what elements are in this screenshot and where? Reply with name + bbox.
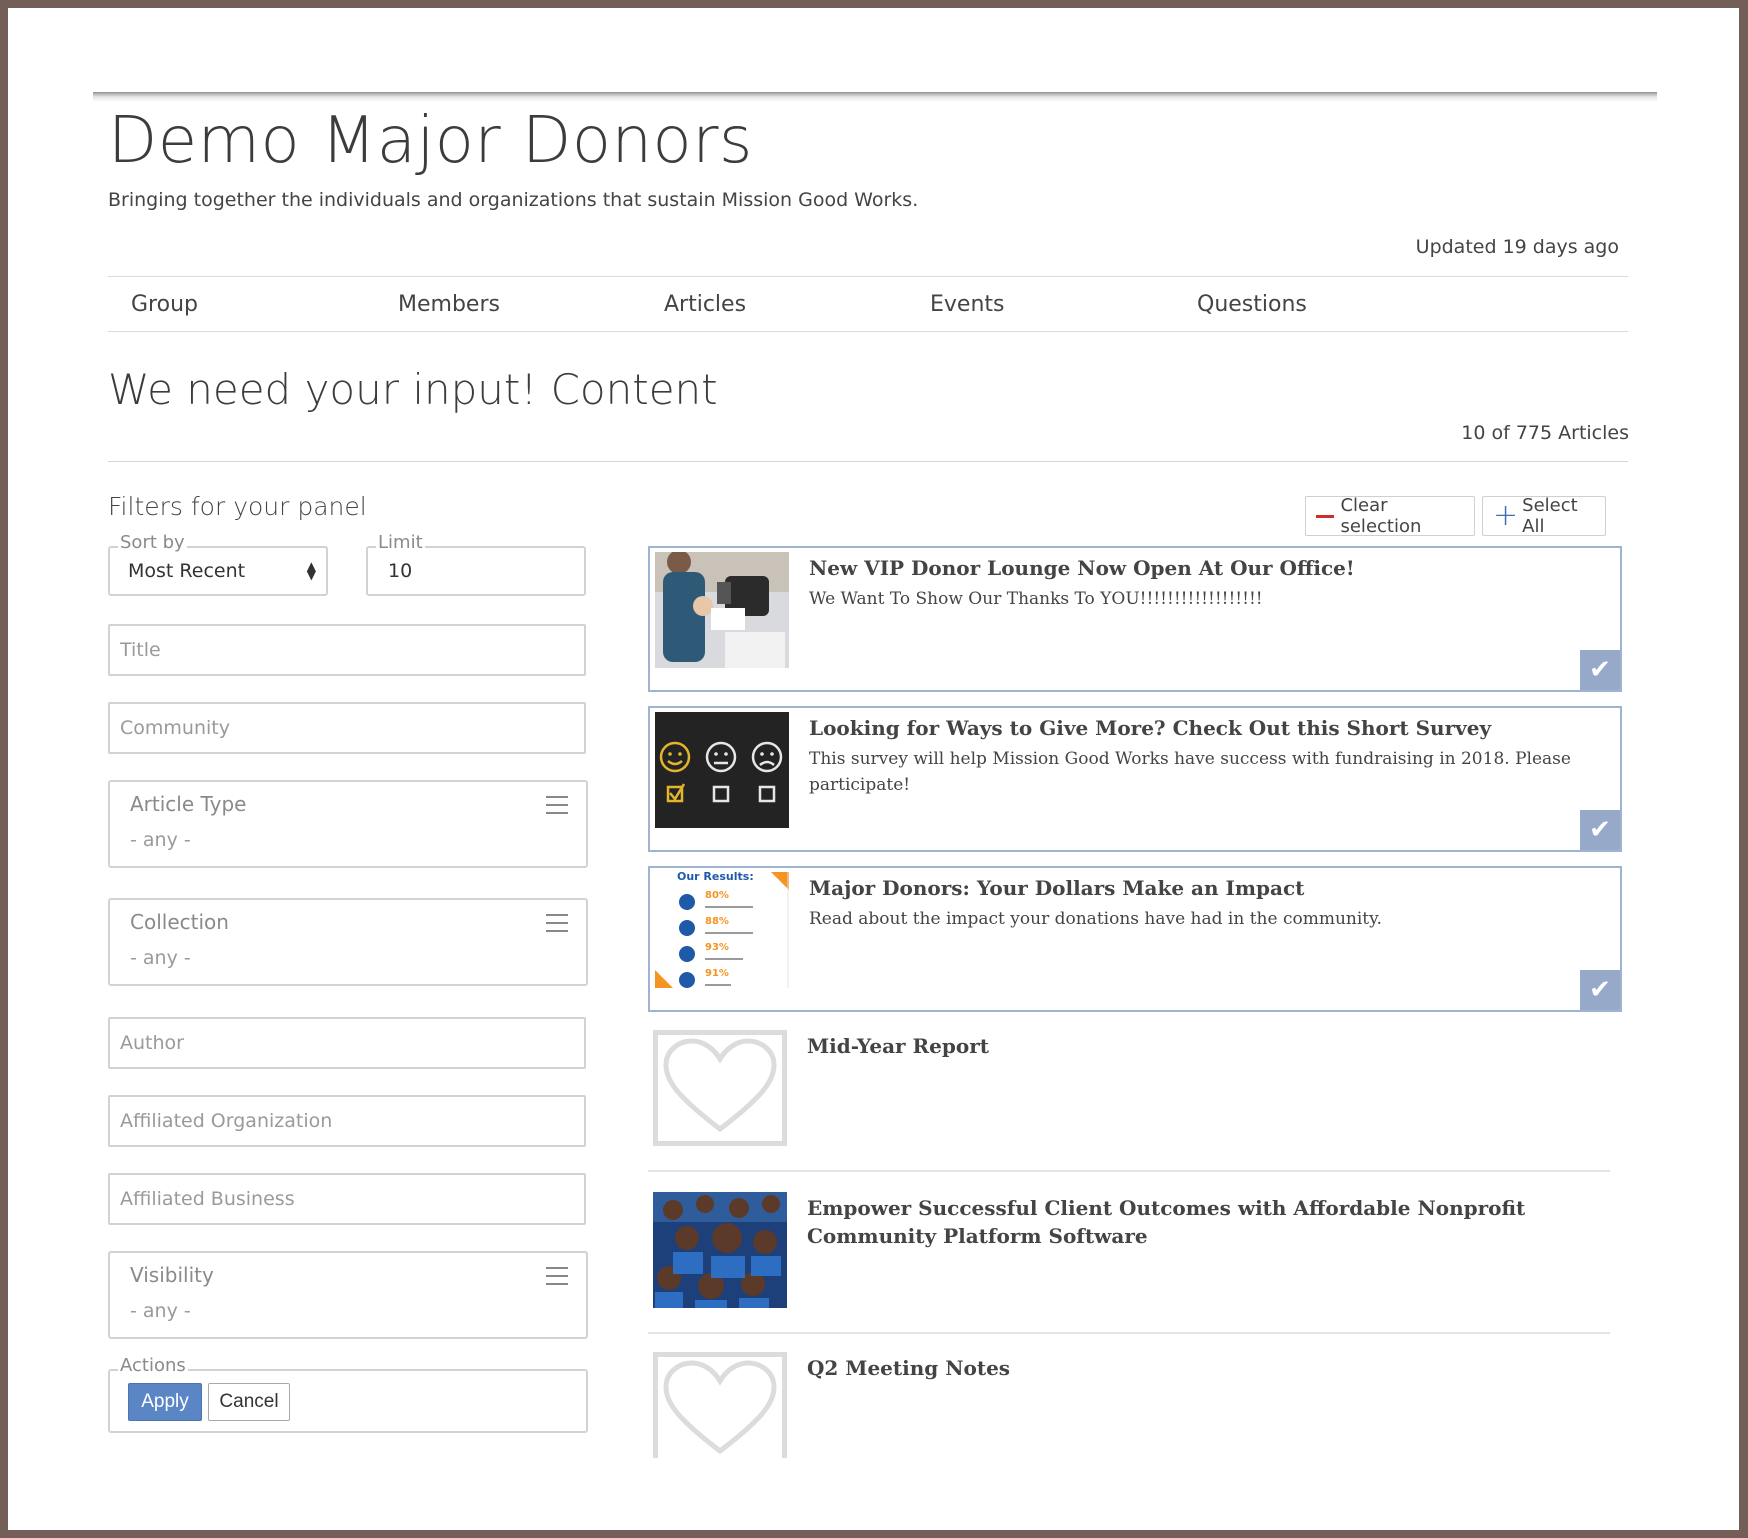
article-title[interactable]: New VIP Donor Lounge Now Open At Our Off…: [809, 554, 1599, 582]
collection-label: Collection: [130, 910, 229, 934]
check-icon[interactable]: ✔: [1580, 970, 1620, 1010]
article-type-label: Article Type: [130, 792, 247, 816]
article-card[interactable]: Our Results: 80% 88% 93% 91% Major Donor…: [648, 866, 1622, 1012]
tab-articles[interactable]: Articles: [664, 292, 746, 317]
article-title[interactable]: Looking for Ways to Give More? Check Out…: [809, 714, 1599, 742]
article-card[interactable]: Looking for Ways to Give More? Check Out…: [648, 706, 1622, 852]
sort-by-select[interactable]: Most Recent ▲ ▼: [110, 548, 326, 594]
impact-heading: Our Results:: [677, 872, 754, 883]
author-input[interactable]: Author: [108, 1017, 586, 1069]
article-title[interactable]: Empower Successful Client Outcomes with …: [807, 1194, 1597, 1250]
heart-icon: [653, 1352, 787, 1458]
select-arrows-icon: ▲ ▼: [306, 559, 316, 582]
select-all-label: Select All: [1522, 495, 1578, 537]
impact-stat: 91%: [705, 968, 729, 979]
article-title[interactable]: Major Donors: Your Dollars Make an Impac…: [809, 874, 1599, 902]
impact-stat: 80%: [705, 890, 729, 901]
cancel-button[interactable]: Cancel: [208, 1383, 290, 1421]
page-subtitle: Bringing together the individuals and or…: [108, 189, 919, 211]
divider: [108, 461, 1628, 462]
article-type-select[interactable]: Article Type - any -: [108, 780, 588, 868]
article-card[interactable]: Empower Successful Client Outcomes with …: [648, 1188, 1610, 1334]
title-input[interactable]: Title: [108, 624, 586, 676]
article-card[interactable]: Q2 Meeting Notes: [648, 1348, 1610, 1458]
menu-icon: [546, 796, 568, 814]
limit-input[interactable]: 10: [388, 560, 412, 582]
minus-icon: [1316, 514, 1335, 518]
article-card[interactable]: New VIP Donor Lounge Now Open At Our Off…: [648, 546, 1622, 692]
article-thumbnail: [653, 1192, 787, 1308]
sort-by-label: Sort by: [118, 532, 187, 554]
article-thumbnail: [655, 552, 789, 668]
visibility-label: Visibility: [130, 1263, 214, 1287]
filters-title: Filters for your panel: [108, 492, 367, 521]
article-description: We Want To Show Our Thanks To YOU!!!!!!!…: [809, 589, 1263, 609]
article-title[interactable]: Q2 Meeting Notes: [807, 1354, 1597, 1382]
visibility-value: - any -: [130, 1300, 191, 1322]
impact-stat: 88%: [705, 916, 729, 927]
page: Demo Major Donors Bringing together the …: [8, 8, 1739, 1530]
affiliated-business-input[interactable]: Affiliated Business: [108, 1173, 586, 1225]
article-title[interactable]: Mid-Year Report: [807, 1032, 1597, 1060]
section-title: We need your input! Content: [108, 365, 718, 414]
plus-icon: +: [1493, 498, 1519, 533]
menu-icon: [546, 1267, 568, 1285]
page-title: Demo Major Donors: [108, 104, 753, 178]
tab-questions[interactable]: Questions: [1197, 292, 1307, 317]
article-type-value: - any -: [130, 829, 191, 851]
article-thumbnail: [655, 712, 789, 828]
menu-icon: [546, 914, 568, 932]
affiliated-organization-input[interactable]: Affiliated Organization: [108, 1095, 586, 1147]
check-icon[interactable]: ✔: [1580, 810, 1620, 850]
article-card[interactable]: Mid-Year Report: [648, 1026, 1610, 1172]
tab-events[interactable]: Events: [930, 292, 1005, 317]
clear-selection-button[interactable]: Clear selection: [1305, 495, 1475, 537]
actions-label: Actions: [118, 1355, 188, 1377]
sort-by-value: Most Recent: [128, 560, 246, 582]
apply-button[interactable]: Apply: [128, 1383, 202, 1421]
updated-timestamp: Updated 19 days ago: [1415, 236, 1619, 258]
tab-members[interactable]: Members: [398, 292, 500, 317]
limit-label: Limit: [376, 532, 425, 554]
clear-selection-label: Clear selection: [1340, 495, 1422, 537]
article-description: Read about the impact your donations hav…: [809, 909, 1382, 929]
article-count: 10 of 775 Articles: [1461, 422, 1629, 444]
community-input[interactable]: Community: [108, 702, 586, 754]
actions-group: Actions Apply Cancel: [108, 1355, 588, 1433]
limit-group: Limit 10: [366, 532, 586, 596]
visibility-select[interactable]: Visibility - any -: [108, 1251, 588, 1339]
sort-by-group: Sort by Most Recent ▲ ▼: [108, 532, 328, 596]
nav-tabs: Group Members Articles Events Questions: [108, 276, 1628, 332]
tab-group[interactable]: Group: [131, 292, 198, 317]
article-description: This survey will help Mission Good Works…: [809, 749, 1571, 795]
impact-stat: 93%: [705, 942, 729, 953]
collection-select[interactable]: Collection - any -: [108, 898, 588, 986]
select-all-button[interactable]: + Select All: [1482, 495, 1606, 537]
check-icon[interactable]: ✔: [1580, 650, 1620, 690]
heart-icon: [653, 1030, 787, 1146]
article-thumbnail: Our Results: 80% 88% 93% 91%: [655, 872, 789, 988]
collection-value: - any -: [130, 947, 191, 969]
